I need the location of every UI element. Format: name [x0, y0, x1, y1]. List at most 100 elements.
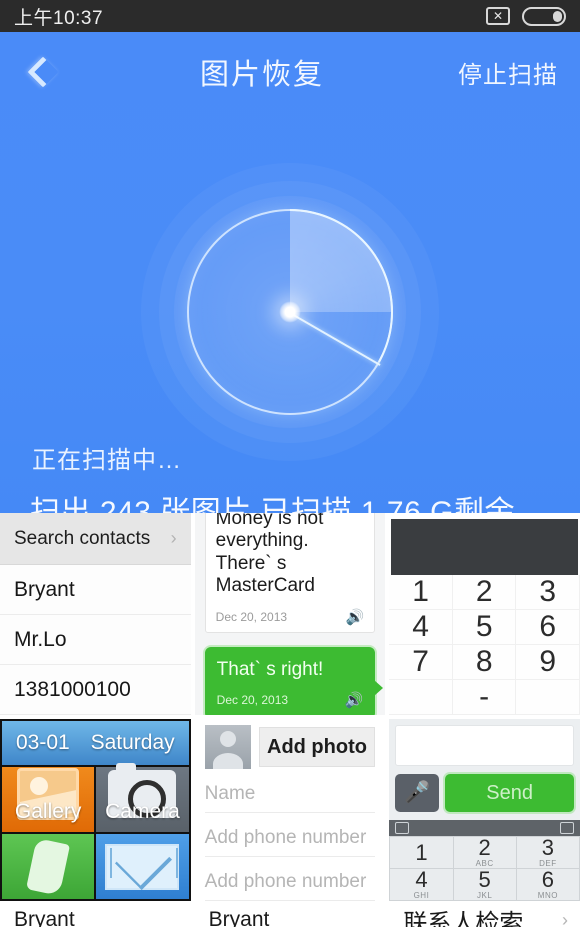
scan-panel: 图片恢复 停止扫描 正在扫描中… 扫出 243 张图片 已扫描 1.76 G剩余…	[0, 32, 580, 513]
compose-key-sub: MNO	[537, 891, 558, 900]
tile-camera-label: Camera	[105, 800, 180, 823]
dialer-key[interactable]	[389, 680, 453, 715]
scan-detail-text: 扫出 243 张图片 已扫描 1.76 G剩余27.36 G	[30, 496, 515, 513]
search-contacts-row[interactable]: Search contacts ›	[0, 513, 191, 565]
phone-field[interactable]: Add phone number	[204, 819, 376, 857]
add-contact-header: Add photo	[204, 725, 376, 769]
peek-item-right[interactable]: 联系人检索 ›	[389, 905, 580, 927]
x-in-box-glyph: ✕	[492, 9, 504, 23]
tile-mail[interactable]	[96, 834, 189, 899]
phone-field[interactable]: Add phone number	[204, 863, 376, 901]
microphone-icon[interactable]: 🎤	[395, 774, 440, 813]
dialer-key[interactable]: 9	[516, 645, 580, 680]
thumbnail-add-contact[interactable]: Add photo Name Add phone number Add phon…	[194, 719, 386, 901]
contact-row[interactable]: Mr.Lo	[0, 615, 191, 665]
tile-gallery-label: Gallery	[14, 800, 82, 823]
dialer-key[interactable]: 4	[389, 610, 453, 645]
send-button[interactable]: Send	[445, 774, 574, 813]
contact-row[interactable]: 1381000100	[0, 665, 191, 715]
compose-key[interactable]: 6 MNO	[516, 867, 579, 900]
compose-key-num: 1	[415, 839, 428, 865]
peek-item-middle[interactable]: Bryant	[194, 905, 386, 927]
scan-status-text: 正在扫描中…	[32, 447, 182, 474]
x-in-box-icon: ✕	[486, 7, 510, 25]
battery-fill	[553, 10, 562, 22]
thumbnail-sms-conversation[interactable]: Money is not everything. There` s Master…	[194, 513, 386, 715]
compose-key[interactable]: 4 GHI	[390, 867, 453, 900]
status-bar: 上午10:37 ✕	[0, 0, 580, 32]
launcher-date-bar: 03-01 Saturday	[2, 721, 189, 765]
thumbnail-launcher-tiles[interactable]: 03-01 Saturday Gallery Camera	[0, 719, 191, 901]
status-time: 上午10:37	[14, 7, 104, 29]
sms-outgoing-text: That` s right!	[216, 658, 324, 680]
launcher-weekday: Saturday	[90, 731, 175, 754]
compose-key-num: 4	[415, 867, 428, 892]
compose-key[interactable]: 1	[390, 837, 453, 868]
compose-key[interactable]: 5 JKL	[453, 867, 516, 900]
sms-outgoing-bubble: That` s right! Dec 20, 2013 🔊	[204, 646, 383, 715]
search-contacts-label: Search contacts	[14, 527, 151, 549]
keyboard-toolbar	[389, 820, 580, 836]
stop-scan-button[interactable]: 停止扫描	[458, 55, 580, 90]
compose-key-sub: JKL	[477, 891, 493, 900]
battery-icon	[522, 6, 566, 26]
dialer-key[interactable]: 2	[452, 575, 517, 610]
thumbnail-contacts-list[interactable]: Search contacts › Bryant Mr.Lo 138100010…	[0, 513, 191, 715]
dialer-key[interactable]: 6	[516, 610, 580, 645]
launcher-date: 03-01	[16, 731, 70, 754]
compose-key-num: 5	[478, 867, 491, 892]
compose-key-num: 6	[541, 867, 554, 892]
contact-row[interactable]: Bryant	[0, 565, 191, 615]
sms-incoming-text: Money is not everything. There` s Master…	[215, 513, 324, 597]
tile-camera[interactable]: Camera	[96, 762, 189, 832]
sweep-hub-dot	[279, 301, 301, 323]
mail-icon	[105, 843, 180, 890]
thumbnail-sms-compose[interactable]: 🎤 Send 1 2 ABC 3 DEF 4 GHI 5 JKL 6 MNO	[389, 719, 580, 901]
chevron-right-icon: ›	[170, 528, 177, 548]
tile-phone[interactable]	[2, 834, 95, 899]
navigation-bar: 图片恢复 停止扫描	[0, 32, 580, 112]
peek-item-left[interactable]: Bryant	[0, 905, 191, 927]
tile-gallery[interactable]: Gallery	[2, 767, 95, 832]
compose-key[interactable]: 3 DEF	[516, 835, 579, 868]
compose-action-bar: 🎤 Send	[389, 766, 580, 820]
chevron-right-icon: ›	[562, 909, 568, 927]
compose-key-num: 2	[478, 835, 491, 860]
compose-key-sub: GHI	[413, 891, 430, 900]
page-title: 图片恢复	[199, 59, 324, 91]
dialer-key[interactable]: 8	[452, 645, 517, 680]
dialer-key[interactable]	[516, 680, 580, 715]
compose-keypad: 1 2 ABC 3 DEF 4 GHI 5 JKL 6 MNO	[389, 836, 580, 901]
phone-icon	[26, 837, 71, 896]
keyboard-switch-icon[interactable]	[560, 822, 574, 835]
dialer-keypad: 1 2 3 4 5 6 7 8 9 -	[389, 575, 580, 715]
message-input[interactable]	[395, 725, 574, 767]
dialer-key[interactable]: 1	[389, 575, 453, 610]
back-chevron-icon	[27, 56, 59, 88]
keyboard-icon[interactable]	[395, 822, 410, 835]
radar-sweep-icon	[140, 162, 440, 462]
app-root: 上午10:37 ✕ 图片恢复 停止扫描 正在扫描中… 扫出 243 张图片 已扫…	[0, 0, 580, 927]
dialer-display	[391, 519, 578, 575]
sms-incoming-date: Dec 20, 2013	[215, 609, 288, 624]
speaker-icon: 🔊	[344, 691, 364, 709]
sms-incoming-meta: Dec 20, 2013 🔊	[216, 608, 365, 626]
launcher-tile-grid: Gallery Camera	[2, 762, 189, 899]
avatar-placeholder-icon	[204, 725, 251, 769]
name-field[interactable]: Name	[204, 775, 376, 813]
add-photo-button[interactable]: Add photo	[258, 727, 376, 767]
dialer-key[interactable]: 3	[516, 575, 580, 610]
thumbnail-grid: Search contacts › Bryant Mr.Lo 138100010…	[0, 513, 580, 927]
compose-key-num: 3	[541, 835, 554, 860]
dialer-key[interactable]: 5	[452, 610, 517, 645]
dialer-key[interactable]: 7	[389, 645, 453, 680]
peek-item-right-label: 联系人检索	[403, 909, 524, 927]
speaker-icon: 🔊	[345, 608, 365, 626]
dialer-key[interactable]: -	[452, 680, 517, 715]
thumbnail-dialer[interactable]: 1 2 3 4 5 6 7 8 9 -	[389, 513, 580, 715]
compose-key[interactable]: 2 ABC	[453, 835, 516, 868]
status-icon-group: ✕	[486, 6, 566, 26]
sms-outgoing-date: Dec 20, 2013	[216, 692, 289, 707]
sms-outgoing-meta: Dec 20, 2013 🔊	[217, 691, 364, 709]
sms-incoming-bubble: Money is not everything. There` s Master…	[204, 513, 376, 633]
